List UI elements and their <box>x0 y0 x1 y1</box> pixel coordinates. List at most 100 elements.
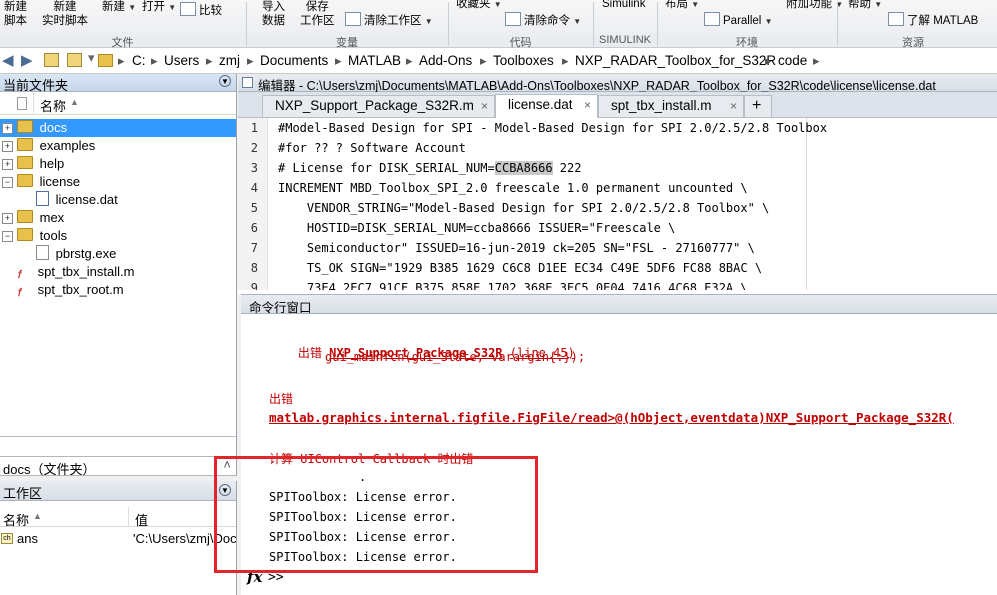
tree-item-examples[interactable]: + examples <box>0 137 95 155</box>
expand-icon[interactable]: + <box>2 141 13 152</box>
crumb-drive[interactable]: C: <box>132 53 146 68</box>
line-number: 2 <box>250 141 258 155</box>
simulink-button[interactable]: Simulink <box>602 0 645 11</box>
code-line: INCREMENT MBD_Toolbox_SPI_2.0 freescale … <box>278 181 748 195</box>
help-button[interactable]: 帮助 ▼ <box>848 0 882 12</box>
crumb-toolboxes[interactable]: Toolboxes <box>493 53 554 68</box>
folder-icon <box>17 156 33 169</box>
sort-ascending-icon: ▲ <box>70 97 79 107</box>
tree-item-pbrstg[interactable]: pbrstg.exe <box>0 245 116 263</box>
m-file-icon: 𝑓 <box>18 287 22 299</box>
current-folder-header: 当前文件夹 ▼ <box>0 74 236 93</box>
code-line: VENDOR_STRING="Model-Based Design for SP… <box>278 201 770 215</box>
parallel-icon <box>704 12 720 26</box>
folder-icon <box>17 120 33 133</box>
workspace-pane: 工作区 ▼ 名称 ▲ 值 ch ans 'C:\Users\zmj\Doc <box>0 481 237 595</box>
import-data-button[interactable]: 导入 数据 <box>262 0 285 28</box>
collapse-icon[interactable]: − <box>2 231 13 242</box>
error-prefix-2: 出错 <box>269 392 294 406</box>
tab-nxp-support-package[interactable]: NXP_Support_Package_S32R.m × <box>262 95 495 117</box>
close-icon[interactable]: × <box>730 96 737 116</box>
line-number: 5 <box>250 201 258 215</box>
tab-spt-tbx-install[interactable]: spt_tbx_install.m × <box>598 95 744 117</box>
crumb-separator: ▸ <box>118 53 125 68</box>
chevron-down-icon: ▼ <box>573 17 582 26</box>
crumb-users[interactable]: Users <box>164 53 199 68</box>
chevron-down-icon: ▼ <box>168 3 177 12</box>
tree-item-license[interactable]: − license <box>0 173 80 191</box>
error-link-2[interactable]: matlab.graphics.internal.figfile.FigFile… <box>269 410 954 425</box>
folder-icon <box>17 210 33 223</box>
new-live-script-button[interactable]: 新建 实时脚本 <box>42 0 88 28</box>
details-bar[interactable]: docs（文件夹） ˄ <box>0 456 237 477</box>
chevron-down-icon[interactable]: ▾ <box>88 50 95 66</box>
sort-ascending-icon: ▲ <box>33 511 42 521</box>
selected-text: CCBA8666 <box>494 161 553 175</box>
close-icon[interactable]: × <box>481 96 488 116</box>
item-label: tools <box>39 228 68 243</box>
crumb-user[interactable]: zmj <box>219 53 240 68</box>
item-label: spt_tbx_root.m <box>37 282 124 297</box>
code-text: # License for DISK_SERIAL_NUM= <box>278 161 495 175</box>
folder-icon <box>98 54 113 67</box>
add-ons-button[interactable]: 附加功能 ▼ <box>786 0 843 12</box>
crumb-toolbox-folder[interactable]: NXP_RADAR_Toolbox_for_S32R <box>575 53 776 68</box>
code-line: #Model-Based Design for SPI - Model-Base… <box>278 121 828 135</box>
item-label: mex <box>39 210 65 225</box>
crumb-code[interactable]: code <box>778 53 807 68</box>
new-button[interactable]: 新建 ▼ <box>102 0 136 15</box>
up-folder-icon[interactable] <box>44 53 59 67</box>
column-divider <box>128 507 129 527</box>
expand-icon[interactable]: + <box>2 123 13 134</box>
code-line: #for ?? ? Software Account <box>278 141 466 155</box>
compare-button[interactable]: 比较 <box>180 2 222 18</box>
tree-item-spt-tbx-install[interactable]: 𝑓 spt_tbx_install.m <box>0 263 134 281</box>
column-header[interactable]: 名称 ▲ <box>0 93 236 115</box>
crumb-separator: ▸ <box>480 53 487 68</box>
collapse-icon[interactable]: − <box>2 177 13 188</box>
clear-commands-button[interactable]: 清除命令 ▼ <box>505 12 581 29</box>
new-tab-button[interactable]: + <box>744 95 772 117</box>
learn-matlab-button[interactable]: 了解 MATLAB <box>888 12 978 28</box>
tree-item-spt-tbx-root[interactable]: 𝑓 spt_tbx_root.m <box>0 281 124 299</box>
tree-item-mex[interactable]: + mex <box>0 209 64 227</box>
expand-icon[interactable]: + <box>2 159 13 170</box>
tab-license-dat[interactable]: license.dat × <box>495 94 598 118</box>
crumb-documents[interactable]: Documents <box>260 53 328 68</box>
code-area[interactable]: 1 #Model-Based Design for SPI - Model-Bas… <box>238 118 997 290</box>
parallel-button[interactable]: Parallel ▼ <box>704 12 772 29</box>
favorites-button[interactable]: 收藏夹 ▼ <box>456 0 502 12</box>
line-number: 4 <box>250 181 258 195</box>
pane-menu-icon[interactable]: ▼ <box>219 75 231 87</box>
tree-item-docs[interactable]: + docs <box>0 119 236 137</box>
pane-title: 工作区 <box>3 486 43 501</box>
exe-file-icon <box>36 245 49 260</box>
tab-label: spt_tbx_install.m <box>611 98 712 113</box>
item-label: license.dat <box>55 192 118 207</box>
close-icon[interactable]: × <box>584 95 591 115</box>
workspace-column-header[interactable]: 名称 ▲ 值 <box>0 507 236 528</box>
address-bar: ◀ ▶ ▾ ▸ C: ▸ Users ▸ zmj ▸ Documents ▸ M… <box>0 48 997 74</box>
back-arrow-icon[interactable]: ◀ <box>2 51 14 69</box>
tree-item-tools[interactable]: − tools <box>0 227 67 245</box>
clear-workspace-button[interactable]: 清除工作区 ▼ <box>345 12 433 29</box>
browse-folder-icon[interactable] <box>67 53 82 67</box>
expand-icon[interactable]: + <box>2 213 13 224</box>
toolstrip: 新建 脚本 新建 实时脚本 新建 ▼ 打开 ▼ 比较 文件 导入 数据 保存 工… <box>0 0 997 49</box>
workspace-header: 工作区 ▼ <box>0 481 236 501</box>
crumb-matlab[interactable]: MATLAB <box>348 53 401 68</box>
learn-icon <box>888 12 904 26</box>
forward-arrow-icon[interactable]: ▶ <box>21 51 33 69</box>
tree-item-help[interactable]: + help <box>0 155 64 173</box>
tree-item-license-dat[interactable]: license.dat <box>0 191 118 209</box>
name-column-label: 名称 <box>3 513 30 528</box>
crumb-add-ons[interactable]: Add-Ons <box>419 53 472 68</box>
new-script-button[interactable]: 新建 脚本 <box>4 0 27 28</box>
workspace-row[interactable]: ch ans 'C:\Users\zmj\Doc <box>0 530 236 548</box>
layout-button[interactable]: 布局 ▼ <box>665 0 699 12</box>
open-button[interactable]: 打开 ▼ <box>142 0 176 15</box>
save-workspace-button[interactable]: 保存 工作区 <box>300 0 335 28</box>
folder-icon <box>17 138 33 151</box>
item-label: examples <box>39 138 96 153</box>
pane-title: 当前文件夹 <box>3 78 69 93</box>
